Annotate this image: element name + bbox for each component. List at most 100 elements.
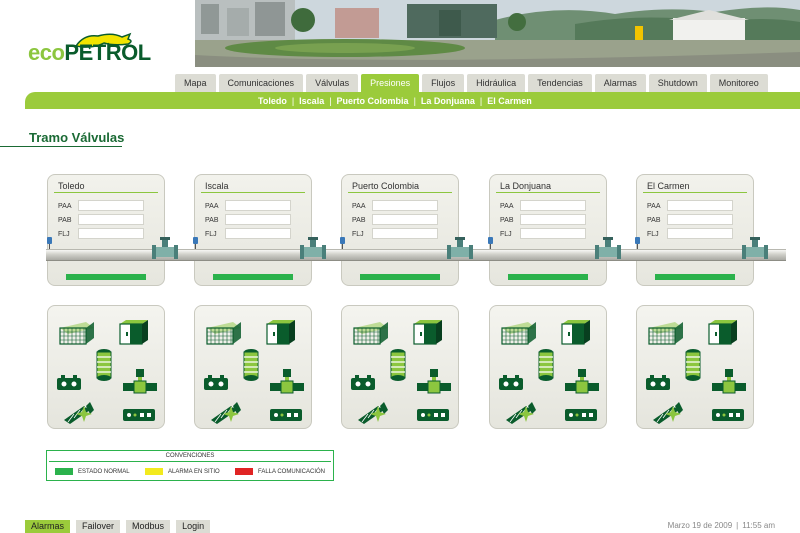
sensor-tag-icon [635, 237, 640, 249]
tab-flujos[interactable]: Flujos [422, 74, 465, 92]
paa-field[interactable] [667, 200, 733, 211]
cabinet-icon[interactable] [265, 318, 297, 346]
flj-field[interactable] [225, 228, 291, 239]
tab-valvulas[interactable]: Válvulas [306, 74, 359, 92]
pab-field[interactable] [78, 214, 144, 225]
tab-comunicaciones[interactable]: Comunicaciones [218, 74, 304, 92]
sublink-toledo[interactable]: Toledo [258, 96, 287, 106]
cabinet-icon[interactable] [412, 318, 444, 346]
tab-hidraulica[interactable]: Hidráulica [467, 74, 526, 92]
sublink-la-donjuana[interactable]: La Donjuana [421, 96, 475, 106]
tab-monitoreo[interactable]: Monitoreo [709, 74, 768, 92]
rtu-icon[interactable] [564, 408, 598, 422]
status-bar [213, 274, 293, 280]
label-pab: PAB [205, 217, 219, 224]
cabinet-icon[interactable] [707, 318, 739, 346]
swatch-red [235, 468, 253, 475]
valve-icon[interactable] [593, 236, 623, 266]
fence-icon[interactable] [647, 320, 685, 346]
valve-icon[interactable] [445, 236, 475, 266]
tab-tendencias[interactable]: Tendencias [528, 74, 592, 92]
tank-icon[interactable] [241, 348, 261, 382]
paa-field[interactable] [78, 200, 144, 211]
label-pab: PAB [58, 217, 72, 224]
equipment-card-toledo [47, 305, 165, 429]
pab-field[interactable] [372, 214, 438, 225]
sublink-el-carmen[interactable]: El Carmen [487, 96, 532, 106]
paa-field[interactable] [225, 200, 291, 211]
valve-icon[interactable] [150, 236, 180, 266]
label-flj: FLJ [352, 231, 364, 238]
valve-icon[interactable] [298, 236, 328, 266]
login-button[interactable]: Login [176, 520, 211, 533]
sublink-puerto-colombia[interactable]: Puerto Colombia [337, 96, 409, 106]
legend: CONVENCIONES ESTADO NORMAL ALARMA EN SIT… [46, 450, 334, 481]
cabinet-icon[interactable] [118, 318, 150, 346]
date-text: Marzo 19 de 2009 [667, 521, 733, 530]
pab-field[interactable] [225, 214, 291, 225]
valve-actuator-icon[interactable] [269, 368, 305, 396]
rtu-icon[interactable] [122, 408, 156, 422]
legend-title: CONVENCIONES [165, 453, 215, 459]
tab-presiones[interactable]: Presiones [361, 74, 420, 92]
flj-field[interactable] [78, 228, 144, 239]
fence-icon[interactable] [205, 320, 243, 346]
satellite-icon[interactable] [504, 400, 540, 426]
paa-field[interactable] [372, 200, 438, 211]
tank-icon[interactable] [388, 348, 408, 382]
valve-actuator-icon[interactable] [711, 368, 747, 396]
battery-icon[interactable] [498, 374, 524, 392]
rtu-icon[interactable] [416, 408, 450, 422]
flj-field[interactable] [372, 228, 438, 239]
rtu-icon[interactable] [269, 408, 303, 422]
fence-icon[interactable] [352, 320, 390, 346]
pab-field[interactable] [520, 214, 586, 225]
flj-field[interactable] [667, 228, 733, 239]
station-sublinks: Toledo | Iscala | Puerto Colombia | La Donjuan… [258, 96, 532, 106]
sublink-iscala[interactable]: Iscala [299, 96, 324, 106]
label-flj: FLJ [500, 231, 512, 238]
tank-icon[interactable] [94, 348, 114, 382]
battery-icon[interactable] [56, 374, 82, 392]
label-pab: PAB [647, 217, 661, 224]
card-rule [348, 192, 452, 193]
station-card-la-donjuana: La Donjuana PAA PAB FLJ [489, 174, 607, 286]
status-bar [360, 274, 440, 280]
sensor-tag-icon [488, 237, 493, 249]
satellite-icon[interactable] [651, 400, 687, 426]
fence-icon[interactable] [58, 320, 96, 346]
satellite-icon[interactable] [356, 400, 392, 426]
station-card-puerto-colombia: Puerto Colombia PAA PAB FLJ [341, 174, 459, 286]
tab-shutdown[interactable]: Shutdown [648, 74, 707, 92]
satellite-icon[interactable] [62, 400, 98, 426]
paa-field[interactable] [520, 200, 586, 211]
label-flj: FLJ [205, 231, 217, 238]
modbus-button[interactable]: Modbus [126, 520, 171, 533]
battery-icon[interactable] [645, 374, 671, 392]
cabinet-icon[interactable] [560, 318, 592, 346]
tab-alarmas[interactable]: Alarmas [594, 74, 646, 92]
label-flj: FLJ [58, 231, 70, 238]
rtu-icon[interactable] [711, 408, 745, 422]
station-name: La Donjuana [500, 181, 552, 191]
failover-button[interactable]: Failover [76, 520, 121, 533]
legend-rule [49, 461, 331, 462]
status-bar [508, 274, 588, 280]
tank-icon[interactable] [536, 348, 556, 382]
valve-actuator-icon[interactable] [122, 368, 158, 396]
valve-actuator-icon[interactable] [416, 368, 452, 396]
label-paa: PAA [205, 203, 219, 210]
tank-icon[interactable] [683, 348, 703, 382]
battery-icon[interactable] [350, 374, 376, 392]
battery-icon[interactable] [203, 374, 229, 392]
valve-actuator-icon[interactable] [564, 368, 600, 396]
label-paa: PAA [352, 203, 366, 210]
app-root: ecoPETROL Mapa Comunicaciones Válvulas P… [0, 0, 800, 533]
satellite-icon[interactable] [209, 400, 245, 426]
tab-mapa[interactable]: Mapa [175, 74, 216, 92]
flj-field[interactable] [520, 228, 586, 239]
pab-field[interactable] [667, 214, 733, 225]
fence-icon[interactable] [500, 320, 538, 346]
alarmas-button[interactable]: Alarmas [25, 520, 71, 533]
valve-icon[interactable] [740, 236, 770, 266]
